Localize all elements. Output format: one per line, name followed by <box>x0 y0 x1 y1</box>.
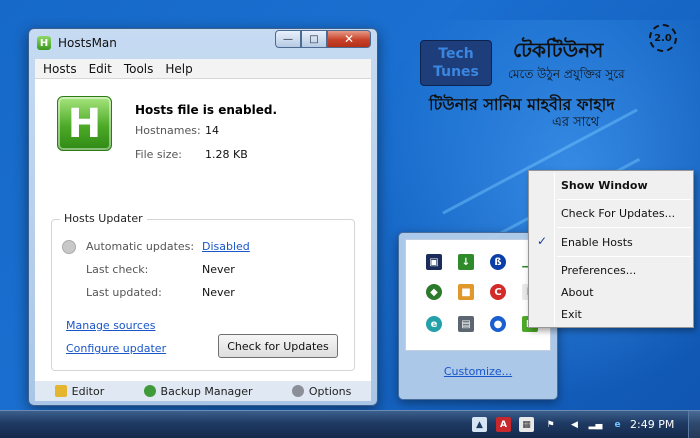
options-button[interactable]: Options <box>291 384 352 398</box>
check-mark-icon: ✓ <box>537 234 548 248</box>
menu-tools[interactable]: Tools <box>118 62 160 76</box>
configure-updater-link[interactable]: Configure updater <box>66 342 166 355</box>
download-manager-icon[interactable]: ◆ <box>426 284 442 300</box>
caption-buttons: — □ ✕ <box>275 30 371 48</box>
customize-link[interactable]: Customize... <box>399 365 557 378</box>
menu-enable-hosts[interactable]: Enable Hosts <box>561 236 633 249</box>
acrobat-icon[interactable]: A <box>496 417 511 432</box>
backup-manager-label: Backup Manager <box>160 384 253 398</box>
last-updated-label: Last updated: <box>86 286 162 299</box>
logo-line2: Tunes <box>433 64 479 80</box>
close-button[interactable]: ✕ <box>327 30 371 48</box>
menu-about[interactable]: About <box>561 286 594 299</box>
hostsman-window: H HostsMan — □ ✕ Hosts Edit Tools Help H… <box>28 28 378 406</box>
auto-updates-link[interactable]: Disabled <box>202 240 250 253</box>
last-updated-value: Never <box>202 286 235 299</box>
menu-hosts[interactable]: Hosts <box>37 62 83 76</box>
volume-icon[interactable]: ◀ <box>567 417 582 432</box>
tray-context-menu: Show Window Check For Updates... ✓ Enabl… <box>528 170 694 328</box>
hosts-status-icon: H <box>57 96 112 151</box>
menu-separator <box>557 256 691 257</box>
editor-label: Editor <box>71 384 105 398</box>
auto-updates-label: Automatic updates: <box>86 240 195 253</box>
last-check-value: Never <box>202 263 235 276</box>
logo-tagline: মেতে উঠুন প্রযুক্তির সুরে <box>508 67 625 81</box>
ccleaner-icon[interactable]: C <box>490 284 506 300</box>
logo-bangla-title: টেকটিউনস <box>513 38 604 62</box>
filesize-value: 1.28 KB <box>205 148 248 161</box>
hosts-updater-title: Hosts Updater <box>60 212 147 225</box>
globe-icon[interactable]: ● <box>490 316 506 332</box>
gear-icon <box>291 385 304 397</box>
menu-help[interactable]: Help <box>159 62 198 76</box>
flag-icon[interactable]: ⚑ <box>543 417 558 432</box>
footer-toolbar: Editor Backup Manager Options <box>35 381 371 401</box>
menu-separator <box>557 199 691 200</box>
monitor-icon[interactable]: ▤ <box>458 316 474 332</box>
techtunes-logo: Tech Tunes <box>420 40 492 86</box>
version-badge: 2.0 <box>649 24 677 52</box>
bluetooth-icon[interactable]: ß <box>490 254 506 270</box>
manage-sources-link[interactable]: Manage sources <box>66 319 155 332</box>
menu-gutter <box>554 173 555 325</box>
satellite-icon <box>62 240 76 254</box>
hosts-status-title: Hosts file is enabled. <box>135 103 278 117</box>
editor-button[interactable]: Editor <box>54 384 105 398</box>
ie-icon[interactable]: e <box>610 417 625 432</box>
clipboard-icon[interactable]: ▦ <box>519 417 534 432</box>
backup-icon <box>143 385 156 397</box>
usb-device-icon[interactable]: ↓ <box>458 254 474 270</box>
hostnames-label: Hostnames: <box>135 124 201 137</box>
title-bar[interactable]: H HostsMan — □ ✕ <box>29 29 377 57</box>
menu-check-for-updates[interactable]: Check For Updates... <box>561 207 675 220</box>
hostsman-app-icon: H <box>37 36 51 50</box>
show-desktop-button[interactable] <box>688 411 700 438</box>
logo-line1: Tech <box>438 46 474 62</box>
menu-exit[interactable]: Exit <box>561 308 582 321</box>
network-signal-icon[interactable]: ▂▄ <box>588 417 603 432</box>
filesize-label: File size: <box>135 148 182 161</box>
hostnames-value: 14 <box>205 124 219 137</box>
options-label: Options <box>308 384 352 398</box>
taskbar: ▲ A ▦ ⚑ ◀ ▂▄ e 2:49 PM <box>0 410 700 438</box>
teal-app-icon[interactable]: e <box>426 316 442 332</box>
menu-bar: Hosts Edit Tools Help <box>35 59 371 79</box>
hosts-updater-group: Hosts Updater Automatic updates: Disable… <box>51 212 355 371</box>
network-monitor-icon[interactable]: ▣ <box>426 254 442 270</box>
logo-suffix: এর সাথে <box>552 115 600 130</box>
last-check-label: Last check: <box>86 263 149 276</box>
folder-icon <box>54 385 67 397</box>
menu-separator <box>557 227 691 228</box>
menu-edit[interactable]: Edit <box>83 62 118 76</box>
backup-manager-button[interactable]: Backup Manager <box>143 384 253 398</box>
window-title: HostsMan <box>58 36 117 50</box>
show-hidden-icons-button[interactable]: ▲ <box>472 417 487 432</box>
maximize-button[interactable]: □ <box>301 30 327 48</box>
menu-preferences[interactable]: Preferences... <box>561 264 636 277</box>
taskbar-clock[interactable]: 2:49 PM <box>630 418 674 431</box>
check-for-updates-button[interactable]: Check for Updates <box>218 334 338 358</box>
client-area: H Hosts file is enabled. Hostnames: 14 F… <box>35 79 371 381</box>
orange-app-icon[interactable]: ■ <box>458 284 474 300</box>
minimize-button[interactable]: — <box>275 30 301 48</box>
menu-show-window[interactable]: Show Window <box>561 179 648 192</box>
